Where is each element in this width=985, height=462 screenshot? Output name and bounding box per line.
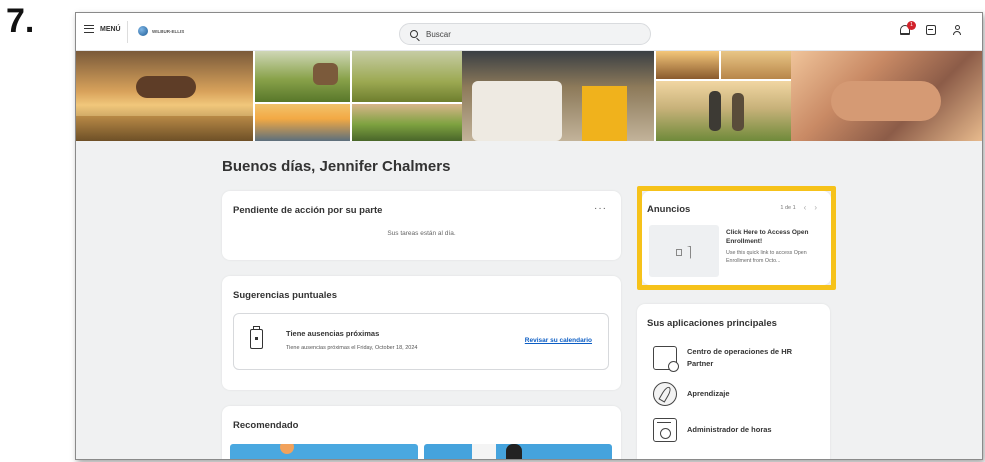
warehouse-photo	[462, 51, 654, 141]
team-hands-photo	[791, 51, 982, 141]
card-title: Pendiente de acción por su parte	[233, 205, 383, 216]
recommended-item-image[interactable]	[424, 444, 612, 459]
suggestion-detail: Tiene ausencias próximas el Friday, Octo…	[286, 345, 418, 351]
notification-badge: 1	[907, 21, 916, 30]
top-apps-card: Sus aplicaciones principales Centro de o…	[637, 304, 830, 459]
farmers-photo-grid	[653, 51, 792, 141]
card-title: Recomendado	[233, 420, 299, 431]
timely-suggestions-card: Sugerencias puntuales Tiene ausencias pr…	[222, 276, 621, 390]
pending-actions-card: Pendiente de acción por su parte ··· Sus…	[222, 191, 621, 260]
logo-text: WILBUR-ELLIS	[152, 28, 185, 34]
card-title: Sus aplicaciones principales	[647, 318, 777, 329]
workday-window: MENÚ WILBUR-ELLIS Buscar 1 Buenos días, …	[75, 12, 983, 460]
menu-label: MENÚ	[100, 25, 121, 33]
app-label: Aprendizaje	[687, 389, 730, 398]
suitcase-icon	[250, 326, 263, 349]
menu-button[interactable]: MENÚ	[84, 25, 121, 33]
top-bar: MENÚ WILBUR-ELLIS Buscar 1	[76, 13, 982, 51]
logo-icon	[138, 26, 148, 36]
app-label: Centro de operaciones de HR Partner	[687, 347, 793, 368]
hamburger-icon	[84, 25, 94, 33]
recommended-card: Recomendado	[222, 406, 621, 459]
profile-icon[interactable]	[952, 25, 962, 35]
app-item-hr-partner[interactable]: Centro de operaciones de HR Partner	[653, 346, 807, 372]
greeting-title: Buenos días, Jennifer Chalmers	[222, 158, 451, 175]
divider	[127, 21, 128, 43]
app-item-time-manager[interactable]: Administrador de horas	[653, 418, 807, 442]
suggestion-title: Tiene ausencias próximas	[286, 329, 380, 338]
more-options-icon[interactable]: ···	[594, 203, 607, 214]
inbox-icon[interactable]	[926, 25, 936, 35]
time-manager-icon	[653, 418, 677, 442]
farm-photo-grid	[252, 51, 463, 141]
notifications-icon[interactable]: 1	[900, 21, 916, 35]
step-number: 7.	[6, 2, 35, 40]
learning-icon	[653, 382, 677, 406]
review-calendar-link[interactable]: Revisar su calendario	[525, 337, 592, 344]
search-input[interactable]: Buscar	[399, 23, 651, 45]
company-logo[interactable]: WILBUR-ELLIS	[138, 26, 184, 36]
highlight-box	[637, 186, 836, 290]
card-title: Sugerencias puntuales	[233, 290, 338, 301]
app-item-learning[interactable]: Aprendizaje	[653, 382, 807, 406]
top-right-icons: 1	[900, 21, 962, 35]
search-placeholder: Buscar	[426, 29, 451, 39]
recommended-item-image[interactable]	[230, 444, 418, 459]
handshake-photo	[76, 51, 253, 141]
hr-partner-icon	[653, 346, 679, 372]
search-icon	[410, 30, 418, 38]
header-banner-image	[76, 51, 982, 141]
pending-message: Sus tareas están al día.	[387, 230, 456, 237]
suggestion-item: Tiene ausencias próximas Tiene ausencias…	[233, 313, 609, 370]
app-label: Administrador de horas	[687, 425, 772, 434]
